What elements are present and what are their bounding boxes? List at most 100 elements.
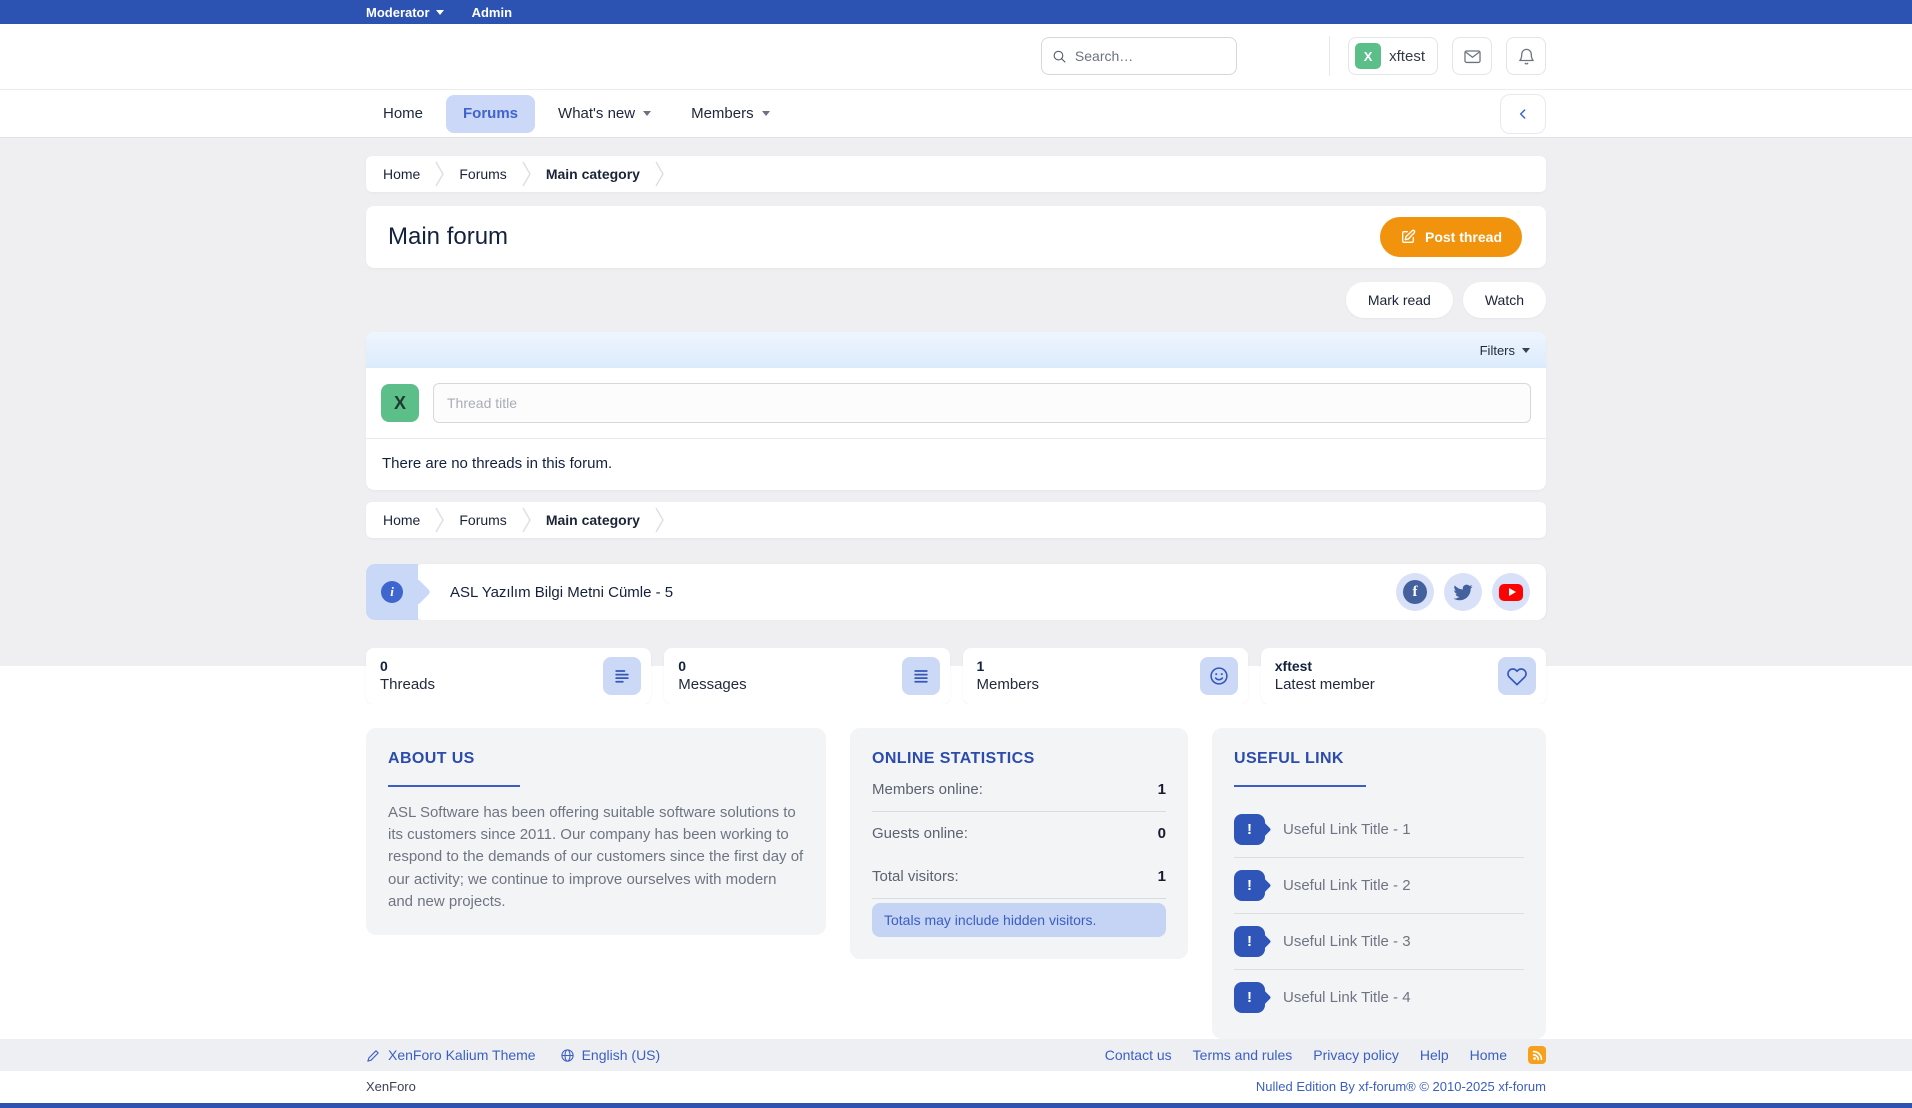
about-us-heading: ABOUT US: [388, 750, 804, 768]
pen-icon: [366, 1048, 381, 1063]
language-label: English (US): [582, 1047, 661, 1063]
useful-link-2[interactable]: Useful Link Title - 2: [1283, 877, 1411, 894]
nav-home-label: Home: [383, 105, 423, 122]
content-area: Home Forums Main category Main forum Pos…: [0, 138, 1912, 620]
social-links: f: [1396, 573, 1530, 611]
filters-button[interactable]: Filters: [1480, 343, 1515, 358]
exclamation-bubble-icon: !: [1234, 870, 1265, 901]
threads-label: Threads: [380, 676, 435, 695]
list-item: ! Useful Link Title - 2: [1234, 858, 1524, 914]
useful-link-4[interactable]: Useful Link Title - 4: [1283, 989, 1411, 1006]
stat-row-guests-online: Guests online: 0: [872, 812, 1166, 855]
latest-member-label: Latest member: [1275, 676, 1375, 695]
avatar: X: [1355, 43, 1381, 69]
breadcrumb-bottom: Home Forums Main category: [366, 502, 1546, 538]
language-chooser[interactable]: English (US): [560, 1047, 661, 1063]
thread-list-card: Filters X There are no threads in this f…: [366, 332, 1546, 490]
exclamation-bubble-icon: !: [1234, 982, 1265, 1013]
useful-link-card: USEFUL LINK ! Useful Link Title - 1 ! Us…: [1212, 728, 1546, 1039]
nav-whats-new-label: What's new: [558, 105, 635, 122]
bell-icon: [1517, 47, 1536, 66]
facebook-link[interactable]: f: [1396, 573, 1434, 611]
members-count: 1: [977, 658, 1040, 676]
info-notice: i ASL Yazılım Bilgi Metni Cümle - 5 f: [366, 564, 1546, 620]
chevron-down-icon: [436, 10, 444, 15]
mark-read-button[interactable]: Mark read: [1346, 282, 1453, 318]
contact-us-link[interactable]: Contact us: [1105, 1047, 1172, 1063]
nav-item-forums[interactable]: Forums: [446, 95, 535, 133]
admin-link[interactable]: Admin: [472, 5, 512, 20]
chevron-down-icon: [643, 111, 651, 116]
alerts-button[interactable]: [1506, 37, 1546, 75]
about-us-text: ASL Software has been offering suitable …: [388, 802, 804, 912]
main-nav: Home Forums What's new Members: [0, 89, 1912, 139]
heading-underline: [388, 785, 520, 787]
rss-icon: [1532, 1050, 1543, 1061]
footer-bar: XenForo Kalium Theme English (US) Contac…: [0, 1039, 1912, 1070]
exclamation-bubble-icon: !: [1234, 814, 1265, 845]
xenforo-brand[interactable]: XenForo: [366, 1079, 416, 1094]
search-input[interactable]: [1075, 48, 1226, 64]
exclamation-bubble-icon: !: [1234, 926, 1265, 957]
stat-card-latest-member: xftest Latest member: [1261, 648, 1546, 704]
guests-online-value: 0: [1158, 825, 1166, 842]
thread-title-input[interactable]: [433, 383, 1531, 423]
moderator-menu[interactable]: Moderator: [366, 5, 444, 20]
theme-chooser[interactable]: XenForo Kalium Theme: [366, 1047, 536, 1063]
search-box[interactable]: [1041, 37, 1237, 75]
globe-icon: [560, 1048, 575, 1063]
privacy-policy-link[interactable]: Privacy policy: [1313, 1047, 1399, 1063]
smiley-icon: [1200, 657, 1238, 695]
messages-count: 0: [678, 658, 746, 676]
help-link[interactable]: Help: [1420, 1047, 1449, 1063]
terms-and-rules-link[interactable]: Terms and rules: [1193, 1047, 1293, 1063]
filters-bar: Filters: [366, 332, 1546, 368]
breadcrumb-home[interactable]: Home: [368, 512, 435, 528]
home-link[interactable]: Home: [1470, 1047, 1507, 1063]
avatar: X: [381, 384, 419, 422]
breadcrumb-main-category[interactable]: Main category: [531, 512, 655, 528]
twitter-icon: [1452, 581, 1474, 603]
breadcrumb-forums[interactable]: Forums: [444, 512, 521, 528]
breadcrumb-main-category[interactable]: Main category: [531, 166, 655, 182]
guests-online-label: Guests online:: [872, 825, 968, 842]
messages-button[interactable]: [1452, 37, 1492, 75]
list-item: ! Useful Link Title - 1: [1234, 802, 1524, 858]
notice-text: ASL Yazılım Bilgi Metni Cümle - 5: [450, 584, 673, 601]
nav-item-home[interactable]: Home: [366, 95, 440, 133]
nav-item-whats-new[interactable]: What's new: [541, 95, 668, 133]
about-us-card: ABOUT US ASL Software has been offering …: [366, 728, 826, 934]
nav-item-members[interactable]: Members: [674, 95, 787, 133]
user-menu-button[interactable]: X xftest: [1348, 37, 1438, 75]
header-divider: [1329, 36, 1330, 76]
useful-link-1[interactable]: Useful Link Title - 1: [1283, 821, 1411, 838]
sidebar-collapse-button[interactable]: [1500, 94, 1546, 134]
watch-button[interactable]: Watch: [1463, 282, 1546, 318]
notice-body: ASL Yazılım Bilgi Metni Cümle - 5 f: [414, 564, 1546, 620]
breadcrumb-forums[interactable]: Forums: [444, 166, 521, 182]
hidden-visitors-note: Totals may include hidden visitors.: [872, 903, 1166, 937]
info-icon: i: [381, 581, 403, 603]
post-thread-button[interactable]: Post thread: [1380, 217, 1522, 257]
breadcrumb-separator-icon: [522, 502, 531, 538]
breadcrumb-home[interactable]: Home: [368, 166, 435, 182]
envelope-icon: [1463, 47, 1482, 66]
rss-button[interactable]: [1528, 1046, 1546, 1064]
header: X xftest: [0, 24, 1912, 88]
forum-header-card: Main forum Post thread: [366, 206, 1546, 268]
copyright-text[interactable]: Nulled Edition By xf-forum® © 2010-2025 …: [1256, 1079, 1546, 1094]
page-title: Main forum: [388, 223, 508, 251]
moderator-menu-label: Moderator: [366, 5, 430, 20]
youtube-icon: [1499, 584, 1523, 601]
bottom-accent-bar: [0, 1103, 1912, 1108]
footer-widgets: ABOUT US ASL Software has been offering …: [0, 704, 1912, 1039]
twitter-link[interactable]: [1444, 573, 1482, 611]
useful-link-3[interactable]: Useful Link Title - 3: [1283, 933, 1411, 950]
youtube-link[interactable]: [1492, 573, 1530, 611]
heart-icon: [1498, 657, 1536, 695]
empty-forum-message: There are no threads in this forum.: [366, 439, 1546, 490]
edit-icon: [1400, 229, 1416, 245]
heading-underline: [1234, 785, 1366, 787]
moderator-bar: Moderator Admin: [0, 0, 1912, 24]
chevron-left-icon: [1515, 106, 1531, 122]
